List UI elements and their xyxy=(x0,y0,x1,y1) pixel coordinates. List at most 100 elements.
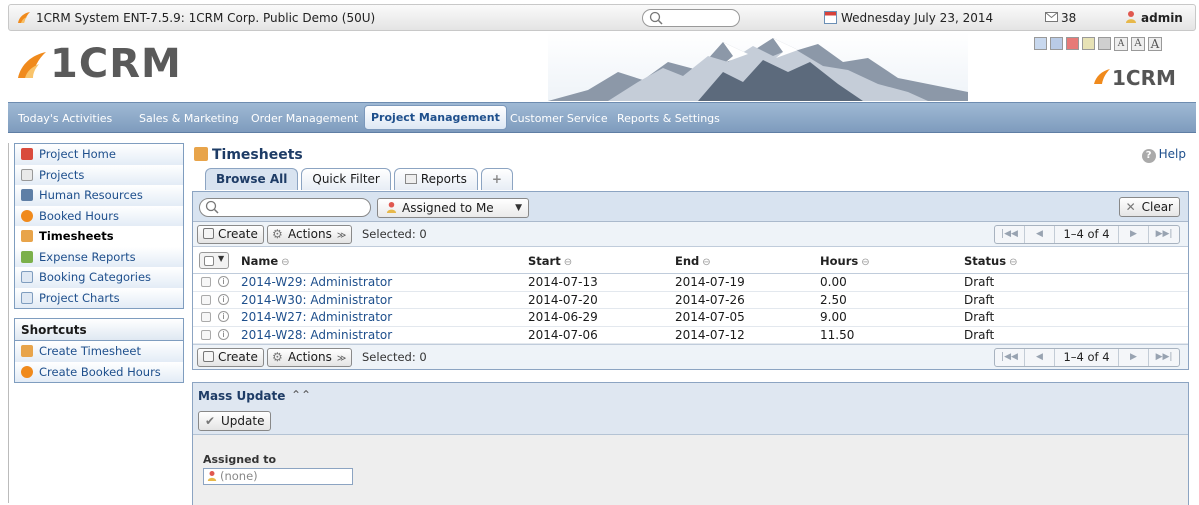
page-range[interactable]: 1–4 of 4 xyxy=(1055,226,1119,243)
tab-quick-filter[interactable]: Quick Filter xyxy=(301,168,391,190)
row-name-link[interactable]: 2014-W27: Administrator xyxy=(241,310,392,324)
tab-reports[interactable]: Reports xyxy=(393,168,478,190)
row-hours: 0.00 xyxy=(820,275,847,289)
search-icon xyxy=(205,200,219,214)
sidebar-item-timesheets[interactable]: Timesheets xyxy=(15,226,183,247)
row-end: 2014-07-26 xyxy=(675,292,745,307)
row-checkbox[interactable] xyxy=(201,294,211,305)
shortcut-create-timesheet[interactable]: Create Timesheet xyxy=(15,341,183,362)
row-end: 2014-07-05 xyxy=(675,310,745,324)
clear-filter-button[interactable]: ✕ Clear xyxy=(1118,197,1180,217)
page-range[interactable]: 1–4 of 4 xyxy=(1055,349,1119,366)
theme-swatch-blue[interactable] xyxy=(1050,37,1063,50)
column-end[interactable]: End ⊖ xyxy=(675,254,711,268)
actions-button[interactable]: ⚙ Actions ≫ xyxy=(267,225,353,244)
mail-count[interactable]: 38 xyxy=(1061,11,1076,25)
human-resources-icon xyxy=(21,189,33,201)
first-page-button[interactable]: |◀◀ xyxy=(995,226,1025,243)
font-medium-button[interactable]: A xyxy=(1131,37,1145,51)
mass-update-title: Mass Update xyxy=(198,389,286,403)
sidebar-item-human-resources[interactable]: Human Resources xyxy=(15,185,183,206)
last-page-button[interactable]: ▶▶| xyxy=(1149,349,1179,366)
row-checkbox[interactable] xyxy=(201,312,211,322)
theme-swatch-red[interactable] xyxy=(1066,37,1079,50)
column-status[interactable]: Status ⊖ xyxy=(964,254,1017,268)
sidebar-item-project-home[interactable]: Project Home xyxy=(15,144,183,165)
first-page-button[interactable]: |◀◀ xyxy=(995,349,1025,366)
theme-swatch-light-blue[interactable] xyxy=(1034,37,1047,50)
row-checkbox[interactable] xyxy=(201,277,211,287)
user-menu[interactable]: admin xyxy=(1141,11,1183,25)
font-small-button[interactable]: A xyxy=(1114,37,1128,51)
row-end: 2014-07-19 xyxy=(675,275,745,289)
row-name-link[interactable]: 2014-W30: Administrator xyxy=(241,293,392,307)
next-page-button[interactable]: ▶ xyxy=(1119,349,1149,366)
help-link[interactable]: ? Help xyxy=(1141,147,1186,163)
column-start[interactable]: Start ⊖ xyxy=(528,254,572,268)
app-header: 1CRM A A A 1CRM xyxy=(8,32,1196,101)
info-icon[interactable]: i xyxy=(218,293,229,305)
actions-label: Actions xyxy=(288,350,332,364)
font-large-button[interactable]: A xyxy=(1148,37,1162,51)
row-name-link[interactable]: 2014-W28: Administrator xyxy=(241,328,392,342)
theme-swatch-gray[interactable] xyxy=(1098,37,1111,50)
sidebar-item-booked-hours[interactable]: Booked Hours xyxy=(15,205,183,226)
theme-switcher: A A A xyxy=(1034,37,1162,51)
current-date[interactable]: Wednesday July 23, 2014 xyxy=(841,11,993,25)
list-search-input[interactable] xyxy=(199,198,371,217)
row-checkbox[interactable] xyxy=(201,329,211,340)
global-search-input[interactable] xyxy=(642,9,740,27)
nav-todays-activities[interactable]: Today's Activities xyxy=(18,103,112,134)
row-name-link[interactable]: 2014-W29: Administrator xyxy=(241,275,392,289)
next-page-button[interactable]: ▶ xyxy=(1119,226,1149,243)
list-toolbar-bottom: Create ⚙ Actions ≫ Selected: 0 |◀◀ ◀ 1–4 o… xyxy=(193,344,1188,369)
table-row: i 2014-W28: Administrator 2014-07-06 201… xyxy=(193,327,1188,344)
update-button[interactable]: ✔ Update xyxy=(198,411,272,431)
collapse-icon[interactable]: ⌃⌃ xyxy=(291,388,311,402)
timesheet-icon xyxy=(194,147,208,161)
sidebar-collapse-handle[interactable] xyxy=(8,143,12,503)
theme-swatch-yellow[interactable] xyxy=(1082,37,1095,50)
prev-page-button[interactable]: ◀ xyxy=(1025,226,1055,243)
select-all-checkbox[interactable] xyxy=(204,256,214,266)
nav-reports-settings[interactable]: Reports & Settings xyxy=(617,103,720,134)
assigned-to-select[interactable]: Assigned to Me ▼ xyxy=(377,198,529,218)
info-icon[interactable]: i xyxy=(218,311,229,322)
nav-sales-marketing[interactable]: Sales & Marketing xyxy=(139,103,239,134)
row-status: Draft xyxy=(964,327,995,342)
nav-project-management[interactable]: Project Management xyxy=(364,105,507,130)
column-name[interactable]: Name ⊖ xyxy=(241,254,290,268)
last-page-button[interactable]: ▶▶| xyxy=(1149,226,1179,243)
tab-add[interactable]: + xyxy=(480,168,513,190)
calendar-icon[interactable] xyxy=(824,11,837,24)
info-icon[interactable]: i xyxy=(218,328,229,340)
shortcut-create-booked-hours[interactable]: Create Booked Hours xyxy=(15,361,183,382)
column-status-label: Status xyxy=(964,254,1007,268)
pager: |◀◀ ◀ 1–4 of 4 ▶ ▶▶| xyxy=(994,348,1180,367)
pager: |◀◀ ◀ 1–4 of 4 ▶ ▶▶| xyxy=(994,225,1180,244)
nav-customer-service[interactable]: Customer Service xyxy=(510,103,608,134)
info-icon[interactable]: i xyxy=(218,276,229,287)
tab-browse-all[interactable]: Browse All xyxy=(205,168,299,190)
actions-button[interactable]: ⚙ Actions ≫ xyxy=(267,348,353,367)
nav-order-management[interactable]: Order Management xyxy=(251,103,358,134)
sidebar-item-projects[interactable]: Projects xyxy=(15,164,183,185)
sidebar-item-booking-categories[interactable]: Booking Categories xyxy=(15,267,183,288)
gear-icon: ⚙ xyxy=(272,350,283,364)
prev-page-button[interactable]: ◀ xyxy=(1025,349,1055,366)
assigned-to-field[interactable]: (none) xyxy=(203,468,353,485)
sidebar-item-label: Projects xyxy=(39,167,85,182)
column-hours[interactable]: Hours ⊖ xyxy=(820,254,870,268)
sidebar-item-project-charts[interactable]: Project Charts xyxy=(15,287,183,308)
create-button[interactable]: Create xyxy=(197,225,264,244)
row-start: 2014-06-29 xyxy=(528,310,598,324)
help-label: Help xyxy=(1158,147,1186,161)
mail-icon[interactable] xyxy=(1045,12,1058,22)
checkmark-icon: ✔ xyxy=(205,414,216,428)
select-all-dropdown[interactable]: ▼ xyxy=(199,252,229,269)
shortcuts-title: Shortcuts xyxy=(15,319,183,341)
sidebar-item-expense-reports[interactable]: Expense Reports xyxy=(15,246,183,267)
create-button[interactable]: Create xyxy=(197,348,264,367)
column-start-label: Start xyxy=(528,254,561,268)
category-icon xyxy=(21,271,33,283)
